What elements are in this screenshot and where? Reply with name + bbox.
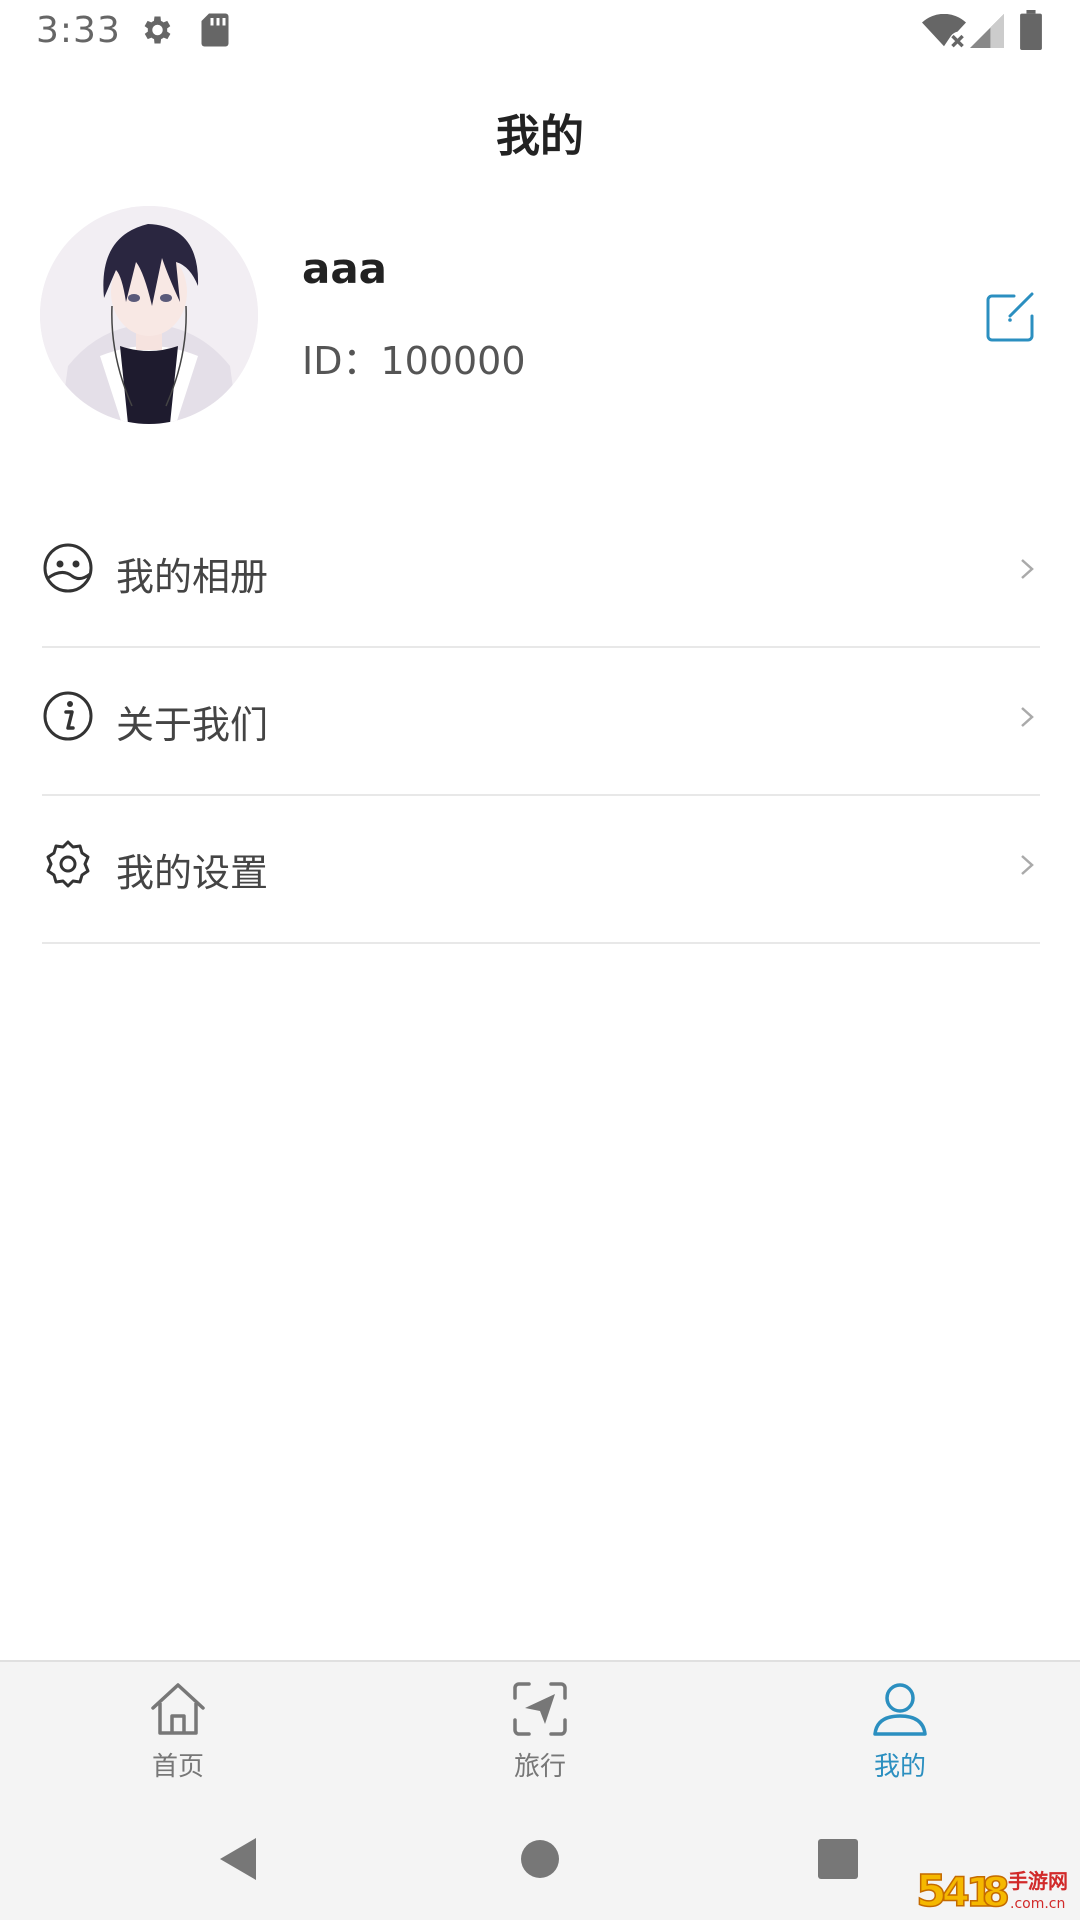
info-icon — [42, 690, 94, 742]
battery-icon — [1020, 10, 1042, 54]
user-id: ID：100000 — [302, 339, 526, 383]
menu-item-label: 我的相册 — [116, 555, 269, 599]
bottom-tab-bar: 首页 旅行 我的 — [0, 1660, 1080, 1802]
menu-list: 我的相册 关于我们 我的设置 — [42, 500, 1040, 944]
travel-icon — [509, 1678, 571, 1740]
chevron-right-icon — [1018, 850, 1036, 880]
user-icon — [869, 1678, 931, 1740]
tab-label: 我的 — [873, 1752, 926, 1782]
wifi-off-icon — [922, 13, 966, 52]
home-icon — [147, 1678, 209, 1740]
signal-icon — [970, 14, 1004, 52]
status-bar: 3:33 — [0, 0, 1080, 64]
tab-mine[interactable]: 我的 — [820, 1678, 980, 1798]
screen: 3:33 我的 aaa ID：100000 我的相册 关于我们 我的设置 首页 … — [0, 0, 1080, 1920]
svg-text:.com.cn: .com.cn — [1010, 1896, 1065, 1912]
settings-icon — [138, 12, 174, 52]
menu-item-album[interactable]: 我的相册 — [42, 500, 1040, 648]
tab-label: 旅行 — [513, 1752, 566, 1782]
page-title: 我的 — [496, 111, 584, 162]
menu-item-about[interactable]: 关于我们 — [42, 648, 1040, 796]
recents-icon[interactable] — [816, 1834, 860, 1888]
home-circle-icon[interactable] — [520, 1834, 560, 1888]
settings-icon — [42, 838, 94, 890]
menu-item-label: 我的设置 — [116, 851, 269, 895]
album-icon — [42, 542, 94, 594]
sd-card-icon — [200, 12, 230, 52]
tab-travel[interactable]: 旅行 — [460, 1678, 620, 1798]
username: aaa — [302, 244, 388, 293]
svg-text:8: 8 — [982, 1870, 1010, 1916]
edit-icon[interactable] — [984, 290, 1038, 344]
chevron-right-icon — [1018, 702, 1036, 732]
chevron-right-icon — [1018, 554, 1036, 584]
status-time: 3:33 — [36, 10, 121, 51]
watermark-logo: 5 4 1 8 手游网 .com.cn — [915, 1862, 1076, 1918]
menu-item-label: 关于我们 — [116, 703, 269, 747]
svg-text:手游网: 手游网 — [1008, 1869, 1068, 1893]
menu-item-settings[interactable]: 我的设置 — [42, 796, 1040, 944]
avatar[interactable] — [40, 206, 258, 424]
tab-home[interactable]: 首页 — [98, 1678, 258, 1798]
tab-label: 首页 — [151, 1752, 204, 1782]
back-icon[interactable] — [216, 1834, 260, 1888]
